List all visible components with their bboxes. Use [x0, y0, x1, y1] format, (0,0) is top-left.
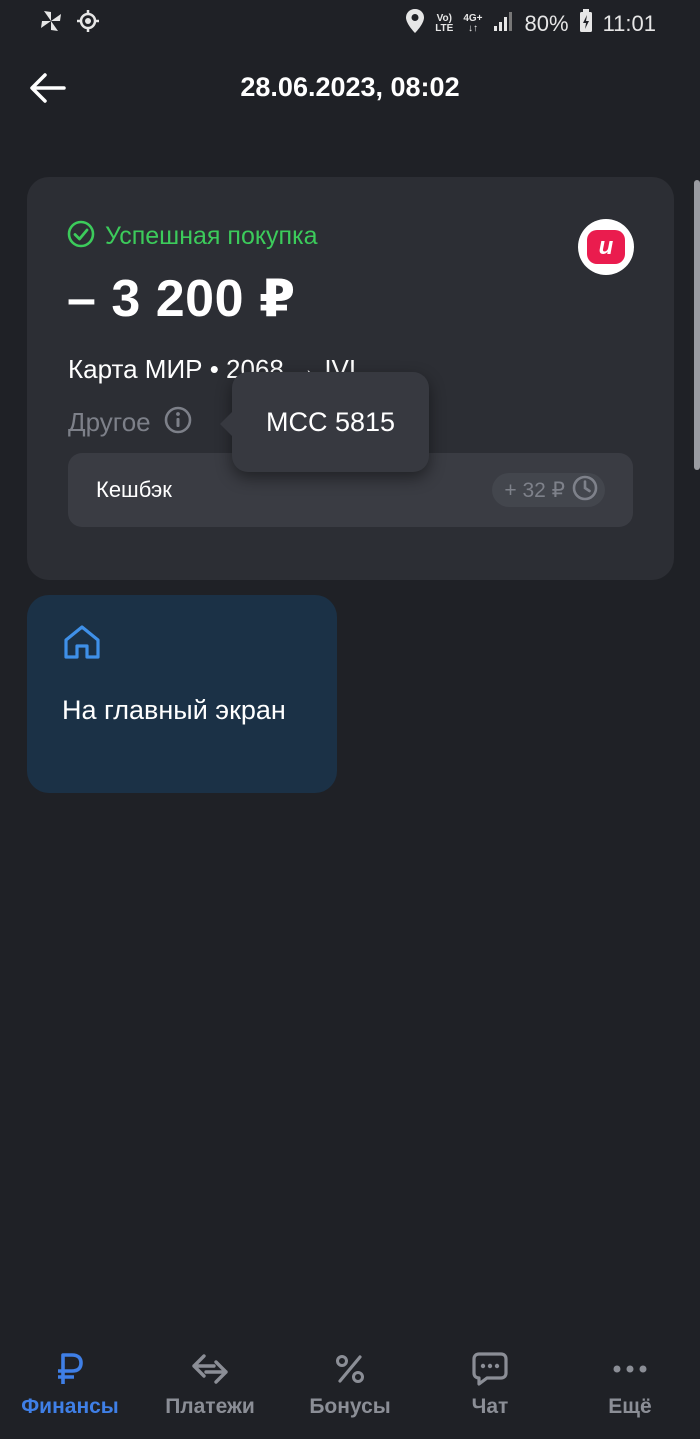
location-pin-icon: [405, 8, 425, 40]
cashback-value: + 32 ₽: [504, 478, 565, 502]
nav-item-more[interactable]: Ещё: [560, 1329, 700, 1439]
nav-item-bonuses[interactable]: Бонусы: [280, 1329, 420, 1439]
percent-icon: [334, 1349, 366, 1389]
home-icon: [62, 623, 102, 666]
status-right: Vo) LTE 4G+ ↓↑ 80% 11:01: [405, 8, 656, 40]
category-row: Другое: [68, 405, 193, 440]
transaction-status: Успешная покупка: [67, 220, 318, 253]
status-left: [38, 8, 100, 39]
nav-label-chat: Чат: [471, 1395, 509, 1418]
page-title: 28.06.2023, 08:02: [240, 72, 460, 102]
cashback-label: Кешбэк: [96, 477, 172, 502]
home-screen-button[interactable]: На главный экран: [27, 595, 337, 793]
transfer-arrows-icon: [190, 1349, 230, 1389]
screen: Vo) LTE 4G+ ↓↑ 80% 11:01 28.06.2023, 08:…: [0, 0, 700, 1439]
nav-label-bonuses: Бонусы: [309, 1395, 391, 1418]
cashback-badge: + 32 ₽: [492, 473, 605, 507]
nav-item-payments[interactable]: Платежи: [140, 1329, 280, 1439]
nav-label-finance: Финансы: [21, 1395, 119, 1418]
nav-item-finance[interactable]: Финансы: [0, 1329, 140, 1439]
home-tile-label: На главный экран: [62, 695, 286, 725]
merchant-logo: и: [578, 219, 634, 275]
battery-charging-icon: [579, 9, 593, 39]
check-circle-icon: [67, 220, 95, 253]
scrollbar[interactable]: [694, 180, 700, 470]
pinwheel-icon: [38, 8, 64, 39]
volte-bottom: LTE: [435, 23, 454, 34]
volte-indicator: Vo) LTE: [435, 14, 453, 34]
status-time: 11:01: [602, 11, 656, 36]
header: 28.06.2023, 08:02: [0, 60, 700, 120]
network-type-indicator: 4G+ ↓↑: [463, 14, 482, 34]
ruble-icon: [55, 1349, 85, 1389]
signal-icon: [493, 10, 515, 38]
tooltip-text: MCC 5815: [265, 406, 396, 437]
clock-icon: [571, 474, 599, 507]
status-bar: Vo) LTE 4G+ ↓↑ 80% 11:01: [0, 0, 700, 44]
mcc-tooltip: MCC 5815: [220, 372, 429, 472]
bottom-nav: Финансы Платежи Бонусы Чат Ещё: [0, 1329, 700, 1439]
nav-label-more: Ещё: [608, 1395, 652, 1418]
chat-icon: [471, 1349, 509, 1389]
battery-percent: 80%: [524, 11, 569, 36]
location-target-icon: [76, 9, 100, 38]
more-dots-icon: [612, 1349, 648, 1389]
status-text: Успешная покупка: [105, 222, 318, 250]
transaction-amount: – 3 200 ₽: [67, 270, 296, 328]
data-arrows: ↓↑: [467, 23, 478, 34]
info-icon[interactable]: [163, 405, 193, 440]
nav-label-payments: Платежи: [165, 1395, 255, 1418]
nav-item-chat[interactable]: Чат: [420, 1329, 560, 1439]
category-label: Другое: [68, 407, 151, 437]
merchant-logo-mark: и: [587, 230, 625, 264]
